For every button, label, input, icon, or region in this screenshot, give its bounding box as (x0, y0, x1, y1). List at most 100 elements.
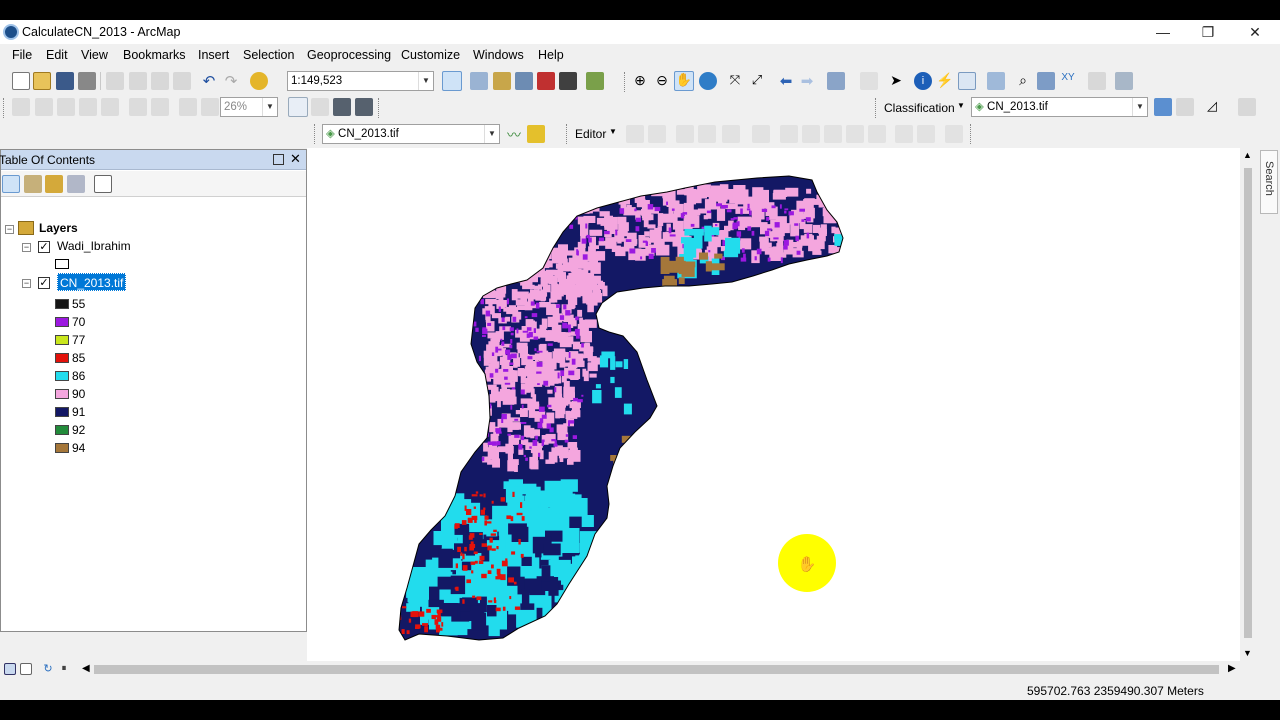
select-features-icon[interactable] (827, 72, 845, 90)
go-back-extent-icon[interactable] (179, 98, 197, 116)
sketch-properties-icon[interactable] (895, 125, 913, 143)
polygon-symbol[interactable] (55, 259, 69, 269)
fixed-zoom-in-layout-icon[interactable] (129, 98, 147, 116)
edit-tool-icon[interactable] (626, 125, 644, 143)
go-forward-extent-icon[interactable] (201, 98, 219, 116)
fixed-zoom-out-icon[interactable]: ⤢ (748, 72, 766, 90)
copy-icon[interactable] (129, 72, 147, 90)
rotate-icon[interactable] (846, 125, 864, 143)
print-icon[interactable] (78, 72, 96, 90)
chevron-down-icon[interactable]: ▼ (957, 101, 965, 110)
collapse-layer-icon[interactable]: − (22, 279, 31, 288)
hyperlink-icon[interactable]: ⚡ (936, 72, 954, 90)
chevron-down-icon[interactable]: ▼ (484, 125, 499, 143)
fixed-zoom-out-layout-icon[interactable] (151, 98, 169, 116)
map-vertical-scrollbar[interactable]: ▲ ▼ (1240, 148, 1256, 661)
search-side-tab[interactable]: Search (1260, 150, 1278, 214)
model-builder-icon[interactable] (586, 72, 604, 90)
edit-vertices-icon[interactable] (752, 125, 770, 143)
menu-customize[interactable]: Customize (401, 48, 460, 62)
chevron-down-icon[interactable]: ▼ (1132, 98, 1147, 116)
classification-layer-combo[interactable]: ◈ CN_2013.tif ▼ (971, 97, 1148, 117)
forward-arrow-icon[interactable]: ➡ (798, 72, 816, 90)
scroll-left-icon[interactable]: ◀ (82, 663, 90, 674)
refresh-icon[interactable]: ↻ (42, 663, 54, 675)
new-document-icon[interactable] (12, 72, 30, 90)
classification-label[interactable]: Classification (884, 101, 955, 115)
editor-toolbar-icon[interactable] (442, 71, 462, 91)
toc-options-icon[interactable] (94, 175, 112, 193)
reclass-icon[interactable] (1176, 98, 1194, 116)
clear-selection-icon[interactable] (860, 72, 878, 90)
save-icon[interactable] (56, 72, 74, 90)
zoom-percent-combo[interactable]: 26% ▼ (220, 97, 278, 117)
change-layout-icon[interactable] (333, 98, 351, 116)
python-window-icon[interactable] (559, 72, 577, 90)
zoom-out-icon[interactable]: ⊖ (653, 72, 671, 90)
layout-pan-icon[interactable] (57, 98, 75, 116)
select-elements-arrow-icon[interactable]: ➤ (887, 72, 905, 90)
map-horizontal-scrollbar[interactable]: ◀ ▶ (80, 661, 1240, 678)
cut-icon[interactable] (106, 72, 124, 90)
pause-drawing-icon[interactable]: ⏸ (58, 663, 70, 675)
menu-windows[interactable]: Windows (473, 48, 524, 62)
training-sample-icon[interactable] (1238, 98, 1256, 116)
catalog-window-icon[interactable] (493, 72, 511, 90)
html-popup-icon[interactable] (958, 72, 976, 90)
menu-geoprocessing[interactable]: Geoprocessing (307, 48, 391, 62)
close-icon[interactable]: ✕ (290, 151, 301, 167)
legend-swatch[interactable] (55, 425, 69, 435)
redo-icon[interactable]: ↷ (222, 72, 240, 90)
data-view-icon[interactable] (4, 663, 16, 675)
layer-visibility-checkbox[interactable]: ✓ (38, 241, 50, 253)
legend-swatch[interactable] (55, 389, 69, 399)
menu-edit[interactable]: Edit (46, 48, 68, 62)
delete-icon[interactable] (173, 72, 191, 90)
map-scale-combo[interactable]: 1:149,523 ▼ (287, 71, 434, 91)
contour-icon[interactable]: 〰 (505, 125, 523, 143)
vertical-scroll-thumb[interactable] (1244, 168, 1252, 638)
legend-swatch[interactable] (55, 299, 69, 309)
identify-icon[interactable]: i (914, 72, 932, 90)
classify-icon[interactable] (1154, 98, 1172, 116)
legend-swatch[interactable] (55, 407, 69, 417)
menu-view[interactable]: View (81, 48, 108, 62)
collapse-layer-icon[interactable]: − (22, 243, 31, 252)
list-by-selection-icon[interactable] (67, 175, 85, 193)
undo-icon[interactable]: ↶ (200, 72, 218, 90)
menu-insert[interactable]: Insert (198, 48, 229, 62)
point-tool-icon[interactable] (722, 125, 740, 143)
legend-swatch[interactable] (55, 317, 69, 327)
toggle-draft-mode-icon[interactable] (288, 97, 308, 117)
straight-segment-icon[interactable] (676, 125, 694, 143)
back-arrow-icon[interactable]: ⬅ (777, 72, 795, 90)
list-by-visibility-icon[interactable] (45, 175, 63, 193)
layer-visibility-checkbox[interactable]: ✓ (38, 277, 50, 289)
chevron-down-icon[interactable]: ▼ (609, 127, 617, 136)
add-data-icon[interactable] (250, 72, 268, 90)
menu-help[interactable]: Help (538, 48, 564, 62)
scroll-right-icon[interactable]: ▶ (1228, 663, 1236, 674)
time-slider-icon[interactable] (1088, 72, 1106, 90)
histogram-icon[interactable] (527, 125, 545, 143)
arctoolbox-icon[interactable] (537, 72, 555, 90)
zoom-whole-page-icon[interactable] (79, 98, 97, 116)
menu-file[interactable]: File (12, 48, 32, 62)
legend-swatch[interactable] (55, 371, 69, 381)
open-folder-icon[interactable] (33, 72, 51, 90)
create-viewer-icon[interactable] (1115, 72, 1133, 90)
raster-layer-combo[interactable]: ◈ CN_2013.tif ▼ (322, 124, 500, 144)
close-button[interactable]: ✕ (1240, 22, 1270, 42)
full-extent-globe-icon[interactable] (699, 72, 717, 90)
legend-swatch[interactable] (55, 443, 69, 453)
layout-view-icon[interactable] (20, 663, 32, 675)
create-features-icon[interactable] (917, 125, 935, 143)
legend-swatch[interactable] (55, 353, 69, 363)
data-driven-pages-icon[interactable] (355, 98, 373, 116)
restore-button[interactable]: ❐ (1193, 22, 1223, 42)
trace-icon[interactable] (698, 125, 716, 143)
layout-zoom-out-icon[interactable] (35, 98, 53, 116)
menu-bookmarks[interactable]: Bookmarks (123, 48, 186, 62)
layer-cn-2013[interactable]: CN_2013.tif (57, 273, 127, 291)
layout-zoom-in-icon[interactable] (12, 98, 30, 116)
